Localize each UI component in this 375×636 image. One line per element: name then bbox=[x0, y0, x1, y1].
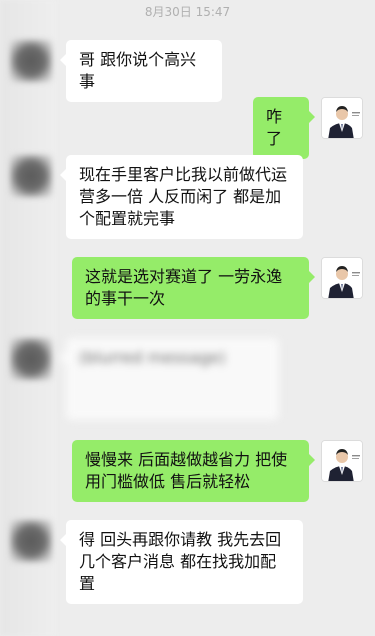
self-avatar-icon[interactable] bbox=[321, 97, 363, 139]
blurred-message-bubble[interactable]: (blurred message) bbox=[60, 338, 279, 420]
self-avatar-icon[interactable] bbox=[321, 440, 363, 482]
outgoing-message-bubble[interactable]: 咋了 bbox=[253, 97, 315, 159]
contact-avatar-icon[interactable] bbox=[10, 520, 52, 562]
contact-avatar-icon[interactable] bbox=[10, 155, 52, 197]
self-avatar-icon[interactable] bbox=[321, 257, 363, 299]
incoming-message-bubble[interactable]: 哥 跟你说个高兴事 bbox=[60, 40, 222, 102]
outgoing-message-bubble[interactable]: 这就是选对赛道了 一劳永逸的事干一次 bbox=[72, 257, 315, 319]
contact-avatar-icon[interactable] bbox=[10, 40, 52, 82]
outgoing-message-bubble[interactable]: 慢慢来 后面越做越省力 把使用门槛做低 售后就轻松 bbox=[72, 440, 315, 502]
incoming-message-bubble[interactable]: 得 回头再跟你请教 我先去回几个客户消息 都在找我加配置 bbox=[60, 520, 303, 604]
message-timestamp: 8月30日 15:47 bbox=[144, 5, 231, 19]
incoming-message-bubble[interactable]: 现在手里客户比我以前做代运营多一倍 人反而闲了 都是加个配置就完事 bbox=[60, 155, 303, 239]
contact-avatar-icon[interactable] bbox=[10, 338, 52, 380]
